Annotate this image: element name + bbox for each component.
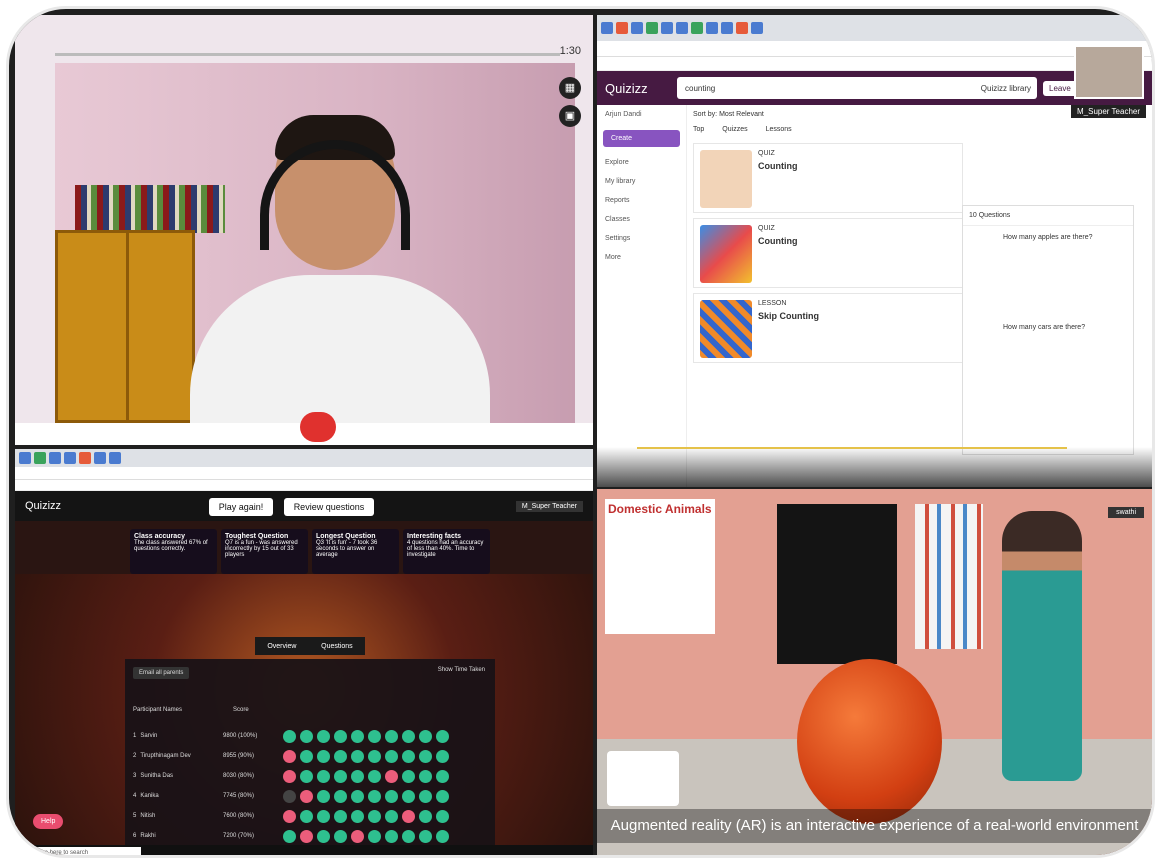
review-questions-button[interactable]: Review questions bbox=[283, 498, 375, 516]
blackboard bbox=[777, 504, 897, 664]
presenter-video bbox=[190, 110, 490, 425]
report-header: Quizizz Play again! Review questions M_S… bbox=[15, 491, 593, 521]
email-parents-button[interactable]: Email all parents bbox=[133, 667, 190, 679]
question-2: How many cars are there? bbox=[1003, 324, 1086, 331]
bookmarks-bar bbox=[15, 480, 593, 491]
player-seekbar[interactable] bbox=[597, 447, 1152, 487]
address-bar[interactable] bbox=[597, 41, 1152, 57]
animals-poster: Domestic Animals bbox=[605, 499, 715, 634]
sidebar-item-explore[interactable]: Explore bbox=[597, 153, 686, 172]
video-call-panel: 1:30 ▦ ▣ bbox=[15, 15, 593, 445]
search-input[interactable]: counting Quizizz library bbox=[677, 77, 1037, 99]
table-row[interactable]: 4 Kanika 7745 (80%) bbox=[133, 787, 483, 805]
quizizz-header: Quizizz counting Quizizz library Leave bbox=[597, 71, 1152, 105]
leave-button[interactable]: Leave bbox=[1043, 80, 1077, 96]
alphabet-chart bbox=[915, 504, 983, 649]
result-card[interactable]: LESSON Skip Counting bbox=[693, 293, 963, 363]
search-results: Sort by: Most Relevant Top Quizzes Lesso… bbox=[693, 111, 963, 368]
questions-header: 10 Questions bbox=[963, 206, 1133, 226]
card-thumbnail bbox=[700, 150, 752, 208]
tab-quizzes[interactable]: Quizzes bbox=[722, 126, 747, 133]
end-call-button[interactable] bbox=[300, 412, 336, 442]
tab-overview[interactable]: Overview bbox=[267, 643, 296, 650]
card-type: QUIZ bbox=[758, 150, 775, 157]
tab-lessons[interactable]: Lessons bbox=[766, 126, 792, 133]
table-row[interactable]: 3 Sunitha Das 8030 (80%) bbox=[133, 767, 483, 785]
quiz-report-panel: Quizizz Play again! Review questions M_S… bbox=[15, 449, 593, 855]
ar-sun-model bbox=[797, 659, 942, 824]
participants-table: Email all parents Show Time Taken Partic… bbox=[125, 659, 495, 855]
table-row[interactable]: 2 Tirupthinagam Dev 8955 (90%) bbox=[133, 747, 483, 765]
library-select[interactable]: Quizizz library bbox=[981, 84, 1031, 93]
taskbar-search[interactable]: Type here to search bbox=[31, 847, 141, 855]
table-row[interactable]: 6 Rakhi 7200 (70%) bbox=[133, 827, 483, 845]
browser-tabs bbox=[597, 15, 1152, 41]
sidebar-item-more[interactable]: More bbox=[597, 248, 686, 267]
question-1: How many apples are there? bbox=[1003, 234, 1093, 241]
question-preview: 10 Questions How many apples are there? … bbox=[962, 205, 1134, 455]
result-card[interactable]: QUIZ Counting bbox=[693, 143, 963, 213]
sidebar-item-reports[interactable]: Reports bbox=[597, 191, 686, 210]
table-row[interactable]: 1 Sarvin 9800 (100%) bbox=[133, 727, 483, 745]
col-score: Score bbox=[233, 707, 249, 713]
sort-select[interactable]: Sort by: Most Relevant bbox=[693, 111, 963, 118]
quizizz-logo[interactable]: Quizizz bbox=[597, 81, 677, 96]
card-type: LESSON bbox=[758, 300, 787, 307]
card-title: Counting bbox=[758, 161, 798, 171]
video-time: 1:30 bbox=[559, 45, 581, 57]
search-value: counting bbox=[685, 83, 716, 93]
card-thumbnail bbox=[700, 225, 752, 283]
user-name: Arjun Dandi bbox=[605, 111, 642, 118]
participant-name: M_Super Teacher bbox=[1071, 105, 1146, 118]
tab-questions[interactable]: Questions bbox=[321, 643, 353, 650]
sidebar-item-library[interactable]: My library bbox=[597, 172, 686, 191]
tab-top[interactable]: Top bbox=[693, 126, 704, 133]
stat-card: Class accuracy The class answered 67% of … bbox=[130, 529, 217, 574]
stat-card: Interesting facts 4 questions had an accu… bbox=[403, 529, 490, 574]
school-logo bbox=[607, 751, 679, 806]
cupboard bbox=[55, 230, 195, 423]
sidebar-item-classes[interactable]: Classes bbox=[597, 210, 686, 229]
col-names: Participant Names bbox=[133, 707, 183, 713]
video-progress-bar[interactable] bbox=[55, 53, 560, 56]
participant-video bbox=[1074, 45, 1144, 99]
card-title: Skip Counting bbox=[758, 311, 819, 321]
card-thumbnail bbox=[700, 300, 752, 358]
show-time-toggle[interactable]: Show Time Taken bbox=[438, 667, 485, 673]
play-again-button[interactable]: Play again! bbox=[208, 498, 274, 516]
help-button[interactable]: Help bbox=[33, 814, 64, 829]
browser-tabs bbox=[15, 449, 593, 467]
sidebar-item-settings[interactable]: Settings bbox=[597, 229, 686, 248]
card-title: Counting bbox=[758, 236, 798, 246]
quizizz-logo[interactable]: Quizizz bbox=[25, 500, 61, 512]
video-caption: Augmented reality (AR) is an interactive… bbox=[597, 809, 1152, 843]
stats-cards: Class accuracy The class answered 67% of … bbox=[130, 529, 490, 574]
participant-name: swathi bbox=[1108, 507, 1144, 518]
stat-card: Longest Question Q3 'It is fun' - 7 took … bbox=[312, 529, 399, 574]
quizizz-browser-panel: Quizizz counting Quizizz library Leave M… bbox=[597, 15, 1152, 487]
table-row[interactable]: 5 Nitish 7600 (80%) bbox=[133, 807, 483, 825]
windows-taskbar: Type here to search bbox=[15, 845, 593, 855]
participant-name: M_Super Teacher bbox=[515, 500, 583, 512]
stat-card: Toughest Question Q7 is a fun - was answe… bbox=[221, 529, 308, 574]
grid-view-icon[interactable]: ▦ bbox=[559, 77, 581, 99]
report-tabs: Overview Questions bbox=[255, 637, 365, 655]
card-type: QUIZ bbox=[758, 225, 775, 232]
address-bar[interactable] bbox=[15, 467, 593, 480]
result-card[interactable]: QUIZ Counting bbox=[693, 218, 963, 288]
table-header: Participant Names Score bbox=[133, 707, 473, 713]
poster-title: Domestic Animals bbox=[608, 502, 712, 516]
teacher bbox=[1002, 511, 1082, 781]
bookmarks-bar bbox=[597, 57, 1152, 71]
quizizz-sidebar: Arjun Dandi Create Explore My library Re… bbox=[597, 105, 687, 487]
ar-classroom-video: Domestic Animals swathi Augmented realit… bbox=[597, 489, 1152, 855]
pip-icon[interactable]: ▣ bbox=[559, 105, 581, 127]
create-button[interactable]: Create bbox=[603, 130, 680, 147]
screen-frame: 1:30 ▦ ▣ Quizizz counting Quizizz librar… bbox=[6, 6, 1155, 858]
